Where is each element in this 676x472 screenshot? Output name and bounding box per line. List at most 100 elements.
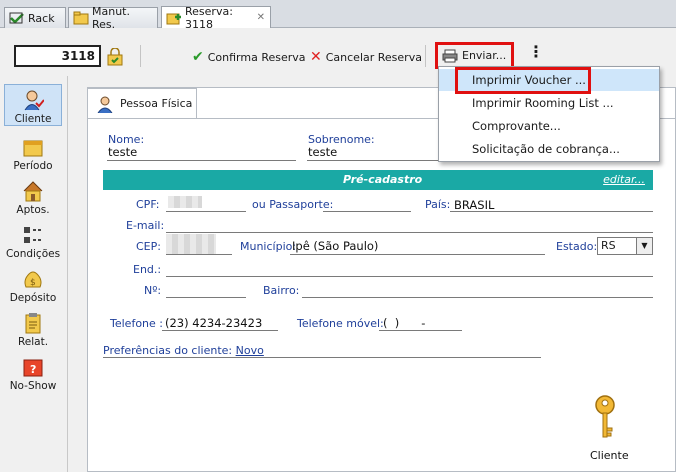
tab-manut-res[interactable]: Manut. Res.: [68, 5, 158, 31]
sidebar-item-no-show[interactable]: ? No-Show: [4, 350, 62, 392]
clipboard-icon: [22, 312, 44, 334]
checkmark-icon: ✔: [192, 49, 204, 65]
tab-rack[interactable]: Rack: [4, 7, 66, 28]
telefone-movel-label: Telefone móvel:: [297, 317, 384, 330]
sidebar-item-periodo[interactable]: Período: [4, 130, 62, 172]
person-tab-label: Pessoa Física: [120, 97, 193, 110]
section-title: Pré-cadastro: [343, 173, 423, 186]
bairro-label: Bairro:: [263, 284, 300, 297]
client-key-label: Cliente: [590, 449, 629, 462]
estado-label: Estado:: [556, 240, 598, 253]
bairro-field[interactable]: [302, 297, 653, 298]
sobrenome-underline: [307, 160, 447, 161]
tab-label: Reserva: 3118: [185, 4, 233, 31]
reservation-number-field[interactable]: 3118: [14, 45, 101, 67]
send-label: Enviar...: [462, 49, 507, 62]
key-icon[interactable]: [591, 395, 619, 443]
lock-icon[interactable]: [107, 47, 123, 66]
endereco-field[interactable]: [166, 276, 653, 277]
conditions-icon: [22, 224, 44, 246]
preferencias-underline: [103, 357, 541, 358]
no-show-icon: ?: [22, 356, 44, 378]
estado-select[interactable]: RS ▼: [597, 237, 653, 255]
tab-reserva[interactable]: Reserva: 3118 ✕: [161, 4, 271, 31]
menu-item-solicitacao-cobranca[interactable]: Solicitação de cobrança...: [439, 138, 659, 160]
passaporte-field[interactable]: [323, 211, 411, 212]
rack-icon: [9, 11, 25, 25]
cep-redacted: [166, 234, 216, 254]
tab-label: Manut. Res.: [92, 5, 130, 31]
telefone-underline: [162, 330, 278, 331]
passaporte-label: ou Passaporte:: [252, 198, 334, 211]
confirm-reservation-label: Confirma Reserva: [207, 50, 306, 64]
printer-icon: [442, 49, 458, 63]
sidebar-item-relat[interactable]: Relat.: [4, 306, 62, 348]
numero-field[interactable]: [166, 297, 246, 298]
more-options-icon[interactable]: ⋮: [528, 44, 544, 60]
cpf-redacted: [168, 196, 202, 208]
nome-field[interactable]: teste: [108, 145, 137, 159]
municipio-field[interactable]: Ipê (São Paulo): [292, 239, 378, 253]
end-label: End.:: [133, 263, 162, 276]
telefone-label: Telefone :: [110, 317, 163, 330]
sidebar-item-label: Relat.: [17, 336, 49, 348]
folder-icon: [73, 11, 89, 25]
calendar-icon: [22, 136, 44, 158]
document-tabbar: Rack Manut. Res. Reserva: 3118 ✕: [0, 0, 676, 31]
pais-label: País:: [425, 198, 451, 211]
telefone-movel-field[interactable]: ( ) -: [383, 316, 425, 330]
svg-text:$: $: [30, 278, 36, 288]
sidebar-item-label: Cliente: [14, 113, 52, 125]
pais-underline: [450, 211, 653, 212]
svg-text:?: ?: [30, 363, 36, 376]
preferencias-label: Preferências do cliente: Novo: [103, 344, 264, 357]
close-icon[interactable]: ✕: [257, 12, 265, 23]
client-icon: [22, 89, 45, 111]
sidebar-item-label: No-Show: [9, 380, 57, 392]
email-label: E-mail:: [126, 219, 165, 232]
tab-pessoa-fisica[interactable]: Pessoa Física: [87, 88, 197, 118]
sidebar-item-deposito[interactable]: $ Depósito: [4, 262, 62, 304]
sidebar-item-label: Condições: [5, 248, 61, 260]
cancel-reservation-button[interactable]: ✕ Cancelar Reserva: [310, 48, 422, 66]
voucher-highlight-box: [455, 67, 591, 94]
confirm-reservation-button[interactable]: ✔ Confirma Reserva: [192, 48, 306, 66]
municipio-underline: [290, 254, 545, 255]
x-icon: ✕: [310, 49, 322, 65]
sidebar: Cliente Período Aptos. Condições $ Depós…: [0, 76, 68, 472]
cpf-label: CPF:: [136, 198, 160, 211]
cpf-field[interactable]: [166, 211, 246, 212]
numero-label: Nº:: [144, 284, 162, 297]
sidebar-item-label: Período: [13, 160, 53, 172]
send-button[interactable]: Enviar...: [435, 42, 514, 69]
menu-item-comprovante[interactable]: Comprovante...: [439, 115, 659, 137]
preferencias-label-text: Preferências do cliente:: [103, 344, 233, 357]
pais-field[interactable]: BRASIL: [454, 198, 494, 212]
cancel-reservation-label: Cancelar Reserva: [325, 50, 422, 64]
cep-label: CEP:: [136, 240, 161, 253]
sidebar-item-cliente[interactable]: Cliente: [4, 84, 62, 126]
telefone-movel-underline: [379, 330, 462, 331]
telefone-field[interactable]: (23) 4234-23423: [165, 316, 262, 330]
cep-field[interactable]: [166, 254, 232, 255]
sidebar-item-aptos[interactable]: Aptos.: [4, 174, 62, 216]
person-icon: [96, 95, 114, 113]
edit-link[interactable]: editar...: [603, 173, 645, 186]
sidebar-item-condicoes[interactable]: Condições: [4, 218, 62, 260]
preferencias-novo-link[interactable]: Novo: [236, 344, 264, 357]
email-field[interactable]: [166, 232, 653, 233]
house-icon: [22, 180, 44, 202]
tab-label: Rack: [28, 11, 55, 25]
sobrenome-field[interactable]: teste: [308, 145, 337, 159]
toolbar-separator: [140, 45, 141, 67]
sidebar-item-label: Aptos.: [16, 204, 50, 216]
money-bag-icon: $: [22, 268, 44, 290]
nome-underline: [107, 160, 296, 161]
toolbar-separator: [425, 45, 426, 67]
reservation-icon: [166, 11, 182, 25]
estado-value: RS: [601, 239, 616, 252]
pre-cadastro-bar: Pré-cadastro editar...: [103, 170, 653, 190]
chevron-down-icon[interactable]: ▼: [636, 238, 652, 254]
menu-item-imprimir-rooming-list[interactable]: Imprimir Rooming List ...: [439, 92, 659, 114]
sidebar-item-label: Depósito: [9, 292, 57, 304]
